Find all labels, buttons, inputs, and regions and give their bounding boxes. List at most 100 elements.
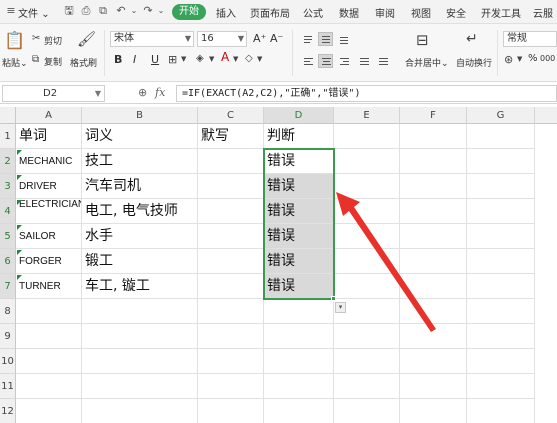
cell-g2[interactable]	[467, 149, 535, 174]
undo-icon[interactable]: ↶	[114, 4, 128, 18]
tab-developer[interactable]: 开发工具	[481, 5, 521, 20]
cell-b5[interactable]: 水手	[82, 224, 198, 249]
fill-color-icon[interactable]: ◈	[196, 53, 204, 64]
cell-d9[interactable]	[264, 324, 334, 349]
tab-security[interactable]: 安全	[446, 5, 466, 20]
cell-f2[interactable]	[400, 149, 467, 174]
column-header-e[interactable]: E	[334, 107, 400, 124]
tab-insert[interactable]: 插入	[216, 5, 236, 20]
align-left-icon[interactable]	[300, 54, 315, 68]
error-indicator-icon[interactable]	[17, 250, 22, 255]
cell-a11[interactable]	[16, 374, 82, 399]
number-format-select[interactable]: 常规	[503, 31, 557, 47]
column-header-f[interactable]: F	[400, 107, 467, 124]
row-header-5[interactable]: 5	[0, 224, 16, 249]
row-header-8[interactable]: 8	[0, 299, 16, 324]
chevron-down-icon[interactable]: ▼	[233, 55, 238, 63]
save-icon[interactable]: 🖫	[62, 4, 76, 18]
row-header-3[interactable]: 3	[0, 174, 16, 199]
border-icon[interactable]: ⊞	[168, 53, 177, 66]
print-preview-icon[interactable]: ⧉	[96, 4, 110, 18]
italic-button[interactable]: I	[133, 53, 136, 66]
cell-a8[interactable]	[16, 299, 82, 324]
row-header-11[interactable]: 11	[0, 374, 16, 399]
cell-e2[interactable]	[334, 149, 400, 174]
fx-icon[interactable]: fx	[155, 86, 165, 99]
cell-a10[interactable]	[16, 349, 82, 374]
cell-a1[interactable]: 单词	[16, 124, 82, 149]
cell-d8[interactable]	[264, 299, 334, 324]
row-header-10[interactable]: 10	[0, 349, 16, 374]
chevron-down-icon[interactable]: ▼	[517, 55, 522, 63]
tab-page-layout[interactable]: 页面布局	[250, 5, 290, 20]
cell-e12[interactable]	[334, 399, 400, 423]
tab-cloud[interactable]: 云服	[533, 5, 553, 20]
cell-a12[interactable]	[16, 399, 82, 423]
cell-e11[interactable]	[334, 374, 400, 399]
scissors-icon[interactable]: ✂	[32, 33, 40, 44]
cell-b6[interactable]: 锻工	[82, 249, 198, 274]
row-header-2[interactable]: 2	[0, 149, 16, 174]
tab-formulas[interactable]: 公式	[303, 5, 323, 20]
redo-icon[interactable]: ↷	[141, 4, 155, 18]
cell-b4[interactable]: 电工, 电气技师	[82, 199, 198, 224]
cell-g12[interactable]	[467, 399, 535, 423]
paste-icon[interactable]: 📋	[4, 31, 25, 51]
justify-icon[interactable]	[356, 54, 371, 68]
chevron-down-icon[interactable]: ▼	[209, 55, 214, 63]
eraser-icon[interactable]: ◇	[245, 53, 253, 64]
cell-c7[interactable]	[198, 274, 264, 299]
wrap-text-icon[interactable]: ↵	[466, 31, 478, 47]
format-painter-button[interactable]: 格式刷	[70, 56, 97, 69]
cell-c5[interactable]	[198, 224, 264, 249]
cell-d7[interactable]: 错误	[264, 274, 334, 299]
align-center-icon[interactable]	[318, 54, 333, 68]
bold-button[interactable]: B	[114, 53, 122, 66]
font-color-icon[interactable]: A	[221, 50, 229, 64]
thousands-button[interactable]: 000	[540, 54, 555, 63]
error-indicator-icon[interactable]	[17, 150, 22, 155]
chevron-down-icon[interactable]: ▼	[181, 55, 186, 63]
cell-a5[interactable]: SAILOR	[16, 224, 82, 249]
error-indicator-icon[interactable]	[17, 275, 22, 280]
file-menu[interactable]: 文件 ⌄	[18, 5, 50, 20]
cell-b8[interactable]	[82, 299, 198, 324]
cell-c6[interactable]	[198, 249, 264, 274]
merge-center-icon[interactable]: ⊟	[416, 31, 429, 49]
cell-c3[interactable]	[198, 174, 264, 199]
row-header-4[interactable]: 4	[0, 199, 16, 224]
cell-b12[interactable]	[82, 399, 198, 423]
cut-button[interactable]: 剪切	[44, 34, 62, 47]
align-bottom-icon[interactable]	[336, 32, 351, 46]
cell-d3[interactable]: 错误	[264, 174, 334, 199]
cell-g7[interactable]	[467, 274, 535, 299]
tab-home[interactable]: 开始	[172, 4, 206, 20]
name-box[interactable]: D2 ▼	[2, 85, 105, 102]
underline-button[interactable]: U	[151, 53, 159, 66]
column-header-g[interactable]: G	[467, 107, 535, 124]
align-right-icon[interactable]	[336, 54, 351, 68]
cell-c4[interactable]	[198, 199, 264, 224]
cell-c12[interactable]	[198, 399, 264, 423]
column-header-b[interactable]: B	[82, 107, 198, 124]
chevron-down-icon[interactable]: ▼	[257, 55, 262, 63]
column-header-a[interactable]: A	[16, 107, 82, 124]
column-header-partial[interactable]	[535, 107, 557, 124]
copy-button[interactable]: 复制	[44, 55, 62, 68]
cell-c2[interactable]	[198, 149, 264, 174]
row-header-12[interactable]: 12	[0, 399, 16, 423]
cell-g5[interactable]	[467, 224, 535, 249]
row-header-6[interactable]: 6	[0, 249, 16, 274]
currency-icon[interactable]: ⊛	[504, 53, 513, 66]
shrink-font-button[interactable]: A⁻	[270, 32, 283, 45]
cell-b10[interactable]	[82, 349, 198, 374]
cell-d11[interactable]	[264, 374, 334, 399]
print-icon[interactable]: ⎙	[79, 4, 93, 18]
cell-c8[interactable]	[198, 299, 264, 324]
cell-f11[interactable]	[400, 374, 467, 399]
cell-b11[interactable]	[82, 374, 198, 399]
tab-view[interactable]: 视图	[411, 5, 431, 20]
zoom-icon[interactable]: ⊕	[138, 86, 147, 99]
cell-c1[interactable]: 默写	[198, 124, 264, 149]
cell-g3[interactable]	[467, 174, 535, 199]
